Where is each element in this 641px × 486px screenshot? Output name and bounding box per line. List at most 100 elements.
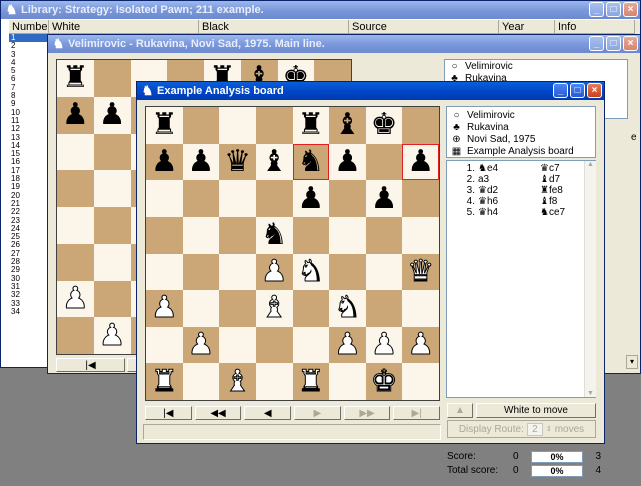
- black-knight-icon[interactable]: ♞: [297, 146, 324, 177]
- minimize-button[interactable]: _: [553, 83, 568, 98]
- board-square[interactable]: [255, 326, 293, 364]
- board-square[interactable]: ♜: [146, 107, 183, 144]
- white-rook-icon[interactable]: ♜: [297, 366, 325, 397]
- board-square[interactable]: ♟: [255, 253, 293, 291]
- board-square[interactable]: [93, 170, 131, 207]
- white-pawn-icon[interactable]: ♟: [260, 256, 288, 287]
- board-square[interactable]: [182, 363, 220, 400]
- scroll-down-icon[interactable]: ▼: [585, 390, 596, 397]
- analysis-chessboard[interactable]: ♜ ♜ ♝ ♚ ♟ ♟ ♛ ♝ ♞ ♟ ♟ ♟ ♟ ♞ ♟ ♞ ♛ ♟ ♝ ♞ ♟ ♟ ♟ ♟ ♜ ♝ ♜ ♚: [145, 106, 440, 401]
- board-square[interactable]: [182, 253, 220, 291]
- board-square[interactable]: [219, 326, 256, 364]
- board-square[interactable]: [292, 216, 330, 254]
- board-square[interactable]: [93, 133, 131, 171]
- white-knight-icon[interactable]: ♞: [297, 256, 325, 287]
- black-knight-icon[interactable]: ♞: [261, 220, 288, 250]
- move-white[interactable]: ♛h6: [478, 196, 540, 207]
- board-square[interactable]: [255, 180, 293, 217]
- board-square[interactable]: [292, 326, 330, 364]
- first-move-button[interactable]: |◀: [56, 358, 125, 372]
- board-square[interactable]: [219, 216, 256, 254]
- forward-fast-button[interactable]: ▶▶: [343, 406, 391, 420]
- white-pawn-icon[interactable]: ♟: [187, 329, 215, 360]
- board-square[interactable]: [57, 207, 94, 244]
- board-square[interactable]: [219, 253, 256, 291]
- board-square[interactable]: [292, 290, 330, 327]
- list-item[interactable]: 4: [9, 58, 49, 67]
- move-row[interactable]: 3. ♛d2 ♜fe8: [451, 185, 565, 196]
- board-square[interactable]: ♟: [365, 326, 403, 364]
- move-white[interactable]: ♛d2: [478, 185, 540, 196]
- board-square[interactable]: ♟: [93, 317, 131, 354]
- black-pawn-icon[interactable]: ♟: [334, 146, 361, 177]
- list-item[interactable]: 34: [9, 307, 49, 316]
- board-square[interactable]: ♚: [365, 107, 403, 144]
- list-item[interactable]: 1: [9, 33, 49, 43]
- white-pawn-icon[interactable]: ♟: [98, 320, 126, 351]
- triangle-button[interactable]: ▲: [447, 403, 473, 418]
- white-bishop-icon[interactable]: ♝: [224, 366, 252, 397]
- board-square[interactable]: ♟: [146, 143, 183, 181]
- board-square[interactable]: [402, 363, 439, 400]
- board-square[interactable]: ♟: [365, 180, 403, 217]
- board-square[interactable]: [182, 216, 220, 254]
- board-square[interactable]: ♚: [365, 363, 403, 400]
- board-square[interactable]: [219, 180, 256, 217]
- moves-scrollbar[interactable]: ▲ ▼: [584, 161, 596, 397]
- board-square[interactable]: [329, 253, 366, 291]
- board-square[interactable]: [255, 363, 293, 400]
- list-item[interactable]: 6: [9, 75, 49, 84]
- column-year[interactable]: Year: [499, 20, 555, 34]
- board-square[interactable]: [57, 133, 94, 171]
- board-square[interactable]: ♟: [57, 96, 94, 134]
- move-row[interactable]: 4. ♛h6 ♝f8: [451, 196, 565, 207]
- board-square[interactable]: ♜: [292, 107, 330, 144]
- board-square[interactable]: ♟: [329, 143, 366, 181]
- game-titlebar[interactable]: ♞ Velimirovic - Rukavina, Novi Sad, 1975…: [48, 35, 640, 53]
- route-spinner-icon[interactable]: ⇕: [546, 425, 552, 433]
- move-white[interactable]: ♛h4: [478, 207, 540, 218]
- move-white[interactable]: a3: [478, 174, 540, 185]
- first-move-button[interactable]: |◀: [145, 406, 192, 420]
- close-button[interactable]: ×: [623, 2, 638, 17]
- minimize-button[interactable]: _: [589, 36, 604, 51]
- last-move-button[interactable]: ▶|: [393, 406, 441, 420]
- board-square[interactable]: [146, 180, 183, 217]
- black-pawn-icon[interactable]: ♟: [407, 146, 434, 177]
- move-black[interactable]: ♛c7: [540, 163, 560, 174]
- back-fast-button[interactable]: ◀◀: [194, 406, 242, 420]
- board-square[interactable]: [329, 363, 366, 400]
- board-square[interactable]: [365, 143, 403, 181]
- column-black[interactable]: Black: [199, 20, 349, 34]
- board-square[interactable]: [93, 243, 131, 281]
- board-square[interactable]: ♟: [93, 96, 131, 134]
- white-to-move-button[interactable]: White to move: [476, 403, 596, 418]
- board-square[interactable]: [402, 180, 439, 217]
- board-square[interactable]: [57, 243, 94, 281]
- white-pawn-icon[interactable]: ♟: [61, 283, 89, 314]
- column-info[interactable]: Info: [555, 20, 635, 34]
- forward-button[interactable]: ▶: [294, 406, 341, 420]
- white-pawn-icon[interactable]: ♟: [407, 329, 435, 360]
- maximize-button[interactable]: □: [606, 2, 621, 17]
- board-square[interactable]: [57, 170, 94, 207]
- column-number[interactable]: Number▾: [9, 20, 49, 34]
- move-row[interactable]: 2. a3 ♝d7: [451, 174, 565, 185]
- list-item[interactable]: 2: [9, 41, 49, 50]
- scroll-up-icon[interactable]: ▲: [585, 161, 596, 168]
- board-square[interactable]: ♟: [182, 326, 220, 364]
- black-rook-icon[interactable]: ♜: [151, 110, 178, 140]
- board-square[interactable]: [329, 216, 366, 254]
- maximize-button[interactable]: □: [606, 36, 621, 51]
- board-square[interactable]: ♛: [219, 143, 256, 181]
- white-pawn-icon[interactable]: ♟: [150, 292, 178, 323]
- board-square[interactable]: [93, 280, 131, 318]
- board-square[interactable]: [219, 107, 256, 144]
- analysis-titlebar[interactable]: ♞ Example Analysis board _ □ ×: [137, 82, 604, 100]
- black-bishop-icon[interactable]: ♝: [261, 146, 288, 177]
- black-king-icon[interactable]: ♚: [371, 110, 398, 140]
- board-square[interactable]: [402, 216, 439, 254]
- board-square[interactable]: ♞: [292, 143, 330, 181]
- minimize-button[interactable]: _: [589, 2, 604, 17]
- black-bishop-icon[interactable]: ♝: [334, 110, 361, 140]
